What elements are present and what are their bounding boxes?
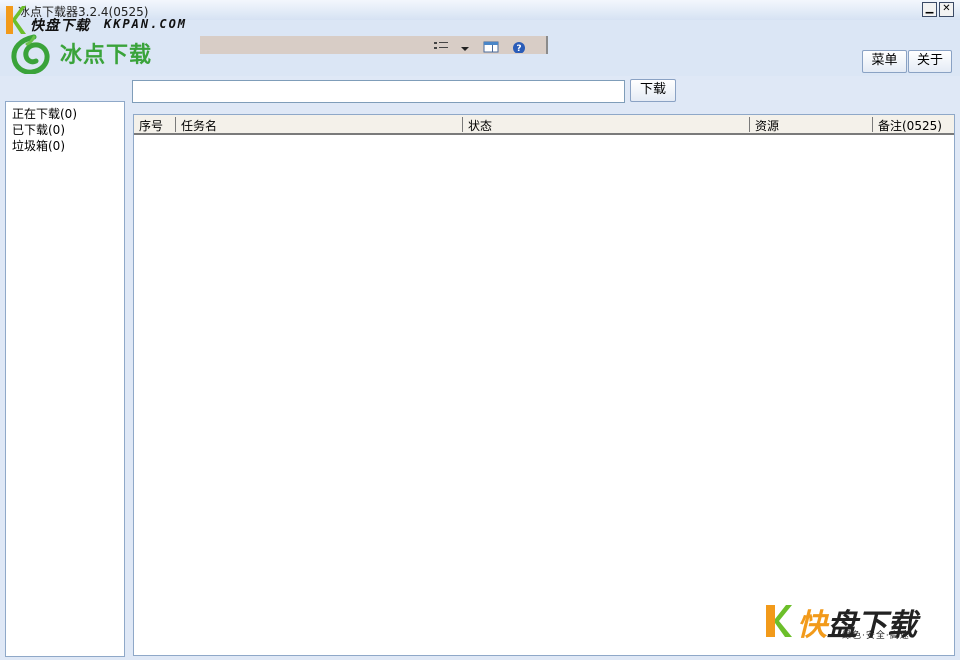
table-header: 序号 任务名 状态 资源 备注(0525)	[134, 115, 954, 135]
help-icon[interactable]: ?	[511, 39, 527, 53]
column-header-notes[interactable]: 备注(0525)	[873, 117, 954, 133]
about-button[interactable]: 关于	[908, 50, 952, 73]
menu-button[interactable]: 菜单	[862, 50, 907, 73]
task-table: 序号 任务名 状态 资源 备注(0525)	[133, 114, 955, 656]
app-logo-icon	[11, 34, 50, 74]
minimize-button[interactable]: ▁	[922, 2, 937, 17]
url-input[interactable]	[132, 80, 625, 103]
column-header-index[interactable]: 序号	[134, 117, 176, 133]
svg-text:?: ?	[516, 44, 521, 53]
kkpan-logo-icon	[766, 605, 792, 637]
column-header-task-name[interactable]: 任务名	[176, 117, 463, 133]
app-logo-text: 冰点下载	[60, 43, 153, 68]
close-button[interactable]: ✕	[939, 2, 954, 17]
list-view-icon[interactable]	[433, 39, 449, 53]
category-panel: 正在下载(0) 已下载(0) 垃圾箱(0)	[5, 101, 125, 657]
watermark-brand: 快盘下载	[30, 18, 90, 34]
sidebar-item-downloaded[interactable]: 已下载(0)	[12, 121, 65, 138]
dropdown-arrow-icon[interactable]	[460, 39, 470, 53]
column-header-source[interactable]: 资源	[750, 117, 873, 133]
watermark-title-k: 快	[797, 608, 827, 643]
download-button[interactable]: 下载	[630, 79, 676, 102]
watermark-domain: KKPAN.COM	[104, 17, 188, 31]
sidebar-item-trash[interactable]: 垃圾箱(0)	[12, 137, 65, 154]
watermark-subtitle: 绿色·安全·高速	[842, 631, 910, 641]
sidebar-item-downloading[interactable]: 正在下载(0)	[12, 105, 77, 122]
kkpan-logo-icon	[6, 6, 26, 34]
window-icon[interactable]	[483, 39, 499, 53]
column-header-status[interactable]: 状态	[463, 117, 750, 133]
